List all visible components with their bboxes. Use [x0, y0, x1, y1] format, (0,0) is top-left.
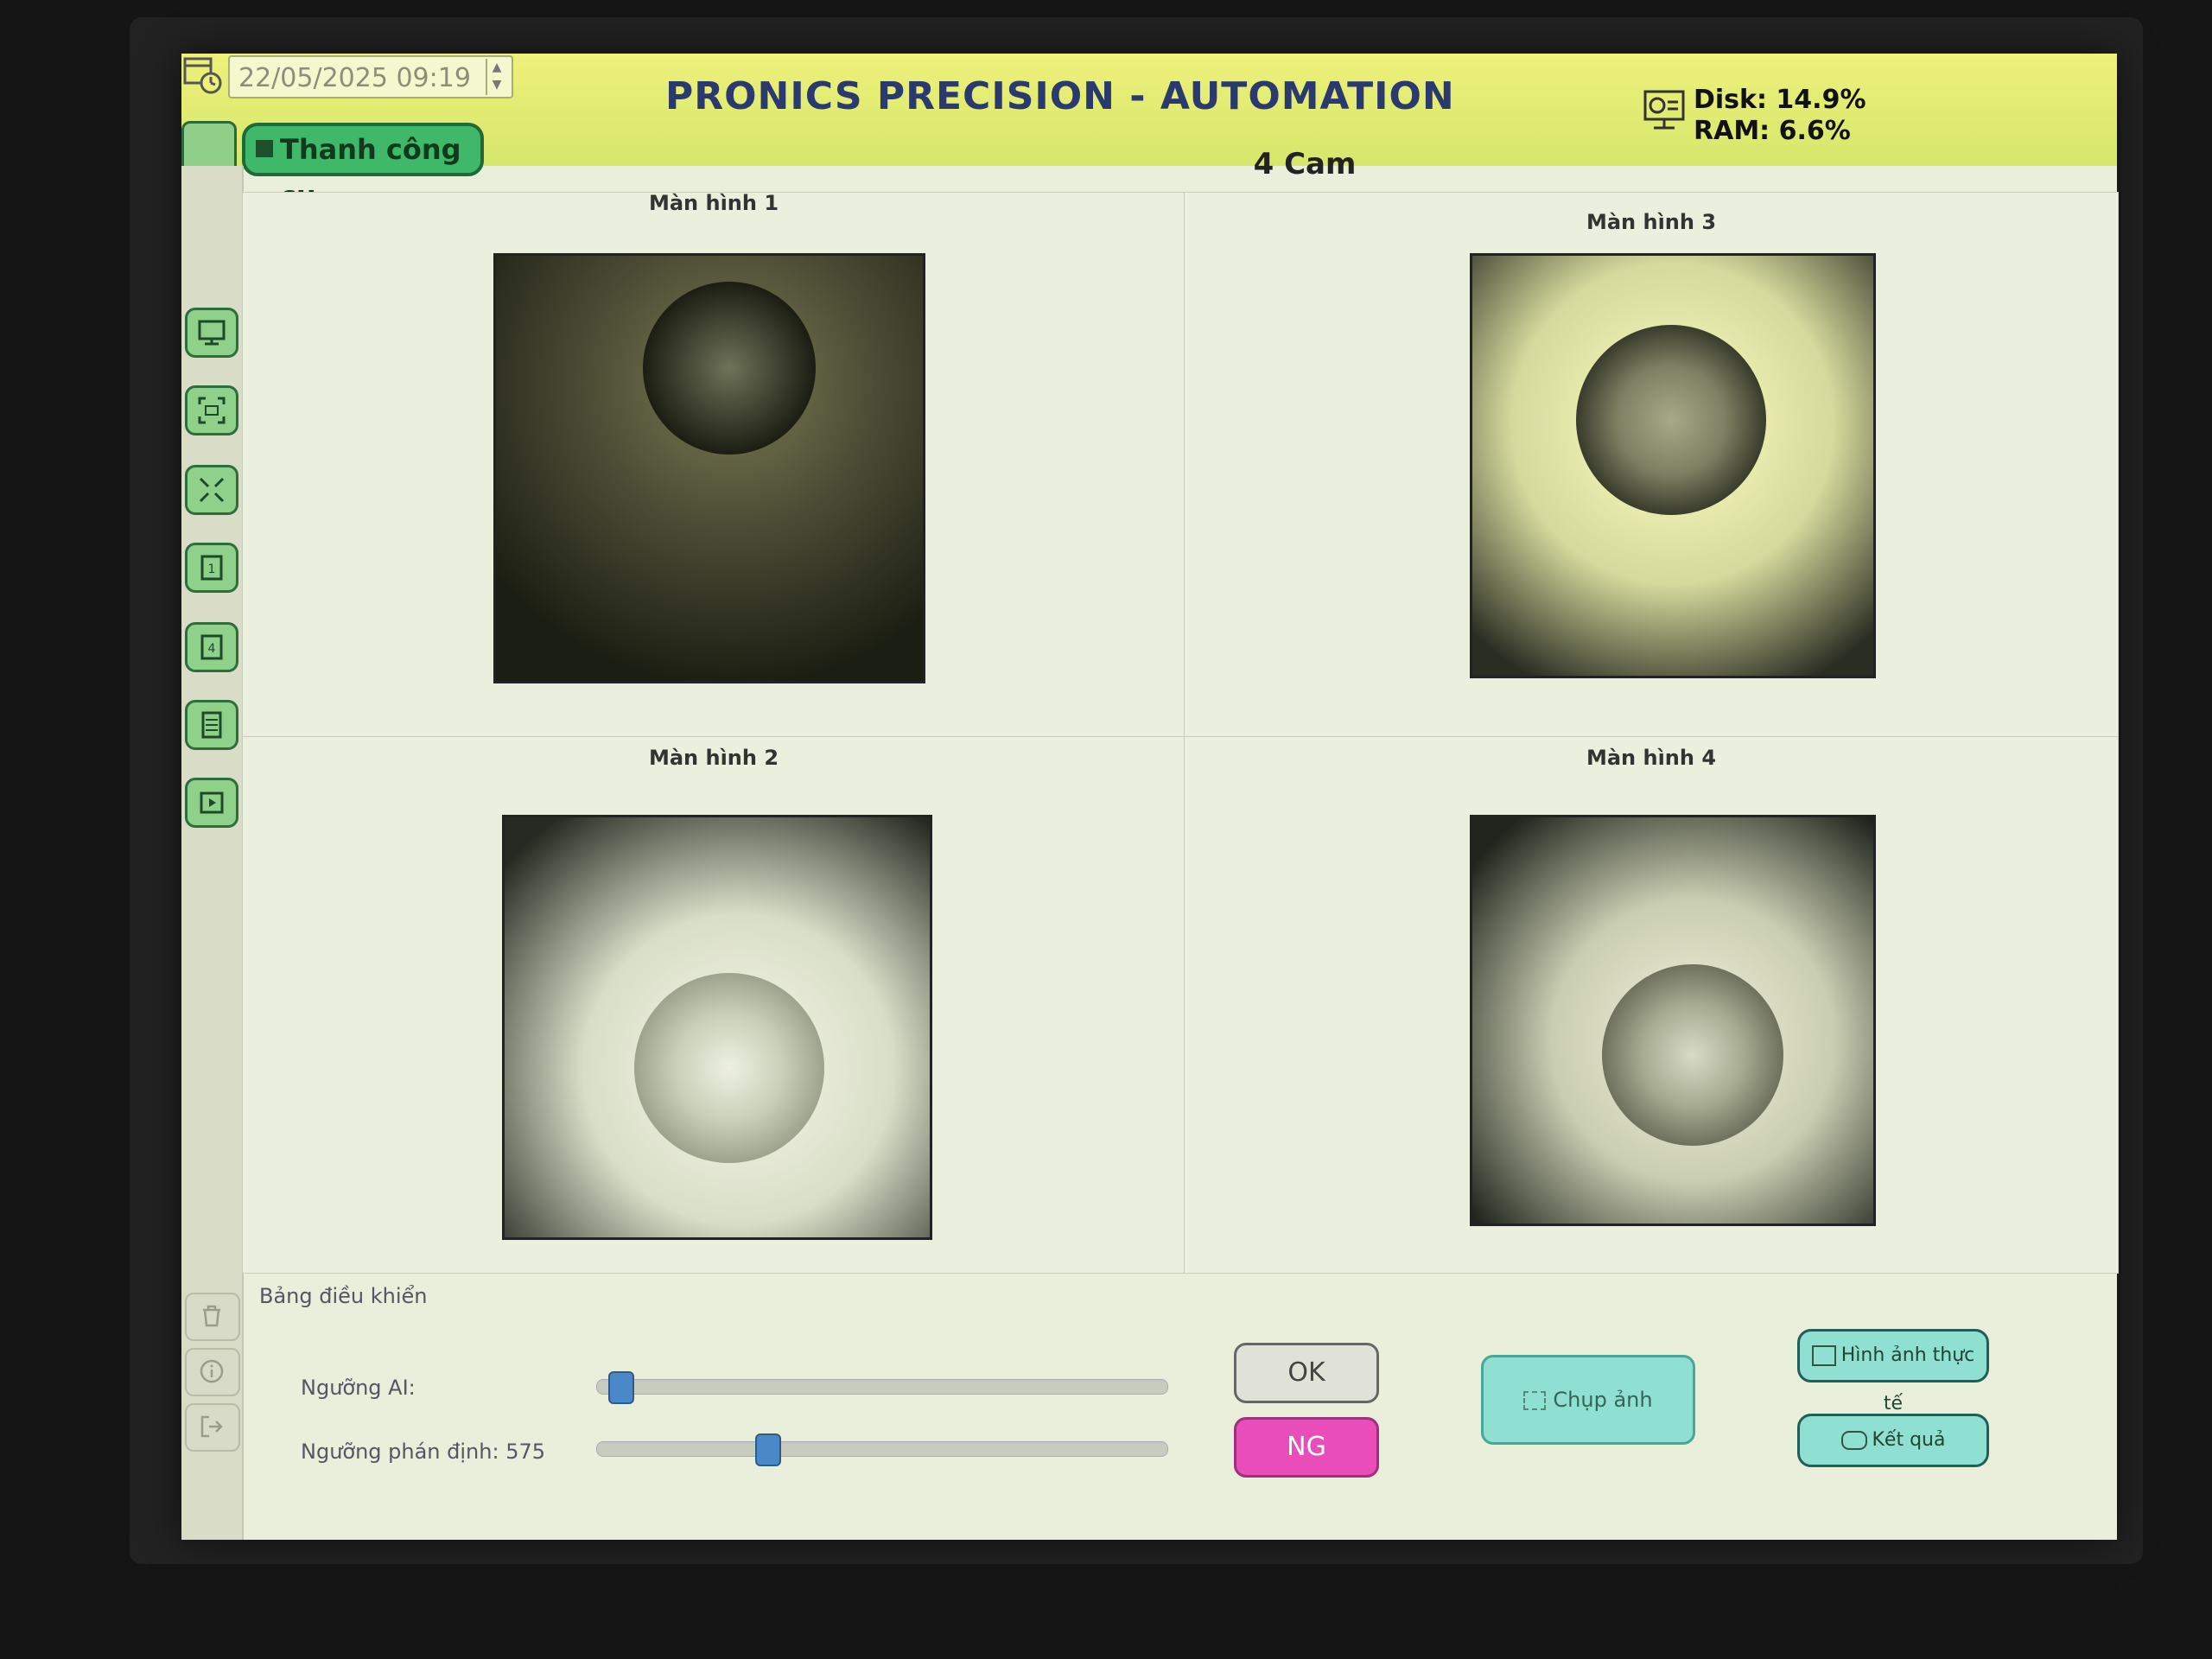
sidebar: 1 4 [181, 166, 244, 1540]
camera-panel-title: Màn hình 4 [1586, 746, 1717, 770]
ai-threshold-label: Ngưỡng AI: [301, 1376, 416, 1400]
camera-panel-4: Màn hình 4 [1184, 736, 2119, 1274]
judge-threshold-slider-thumb[interactable] [754, 1433, 781, 1466]
camera-panel-1: Màn hình 1 [242, 191, 1185, 738]
calendar-clock-icon [183, 57, 222, 94]
camera-panel-3: Màn hình 3 [1184, 192, 2119, 738]
ram-usage: RAM: 6.6% [1694, 116, 1851, 146]
camera-feed-2[interactable] [502, 815, 932, 1240]
app-title: PRONICS PRECISION - AUTOMATION [665, 74, 1455, 118]
list-icon[interactable] [185, 700, 238, 750]
camera-feed-4[interactable] [1470, 815, 1876, 1226]
exit-icon[interactable] [185, 1403, 240, 1452]
judge-threshold-label: Ngưỡng phán định: 575 [301, 1440, 545, 1464]
capture-button-label: Chụp ảnh [1553, 1388, 1653, 1412]
layout-1-icon[interactable]: 1 [185, 543, 238, 593]
svg-text:4: 4 [208, 642, 216, 656]
binoculars-icon [1840, 1431, 1867, 1450]
camera-feed-3[interactable] [1470, 253, 1876, 678]
ng-button[interactable]: NG [1234, 1417, 1379, 1478]
camera-panel-title: Màn hình 3 [1586, 210, 1717, 234]
camera-mode-label: 4 Cam [1253, 147, 1357, 181]
result-button[interactable]: Kết quả [1797, 1414, 1989, 1467]
datetime-spinner[interactable]: ▲ ▼ [486, 59, 506, 95]
monitor-icon[interactable] [185, 308, 238, 358]
camera-panel-2: Màn hình 2 [242, 736, 1185, 1274]
info-icon[interactable] [185, 1348, 240, 1396]
scan-icon[interactable] [185, 385, 238, 435]
system-monitor-icon [1643, 90, 1685, 130]
capture-icon [1523, 1391, 1547, 1410]
ai-threshold-slider-thumb[interactable] [607, 1371, 634, 1404]
svg-text:1: 1 [208, 563, 216, 576]
image-icon [1811, 1345, 1836, 1366]
camera-panel-title: Màn hình 1 [648, 191, 779, 215]
ai-threshold-slider[interactable] [596, 1371, 1168, 1404]
collapse-icon[interactable] [185, 465, 238, 515]
control-panel-title: Bảng điều khiển [259, 1284, 428, 1308]
media-icon[interactable] [185, 778, 238, 828]
result-button-label: Kết quả [1872, 1429, 1946, 1451]
datetime-field[interactable]: 22/05/2025 09:19 [228, 55, 513, 99]
trash-icon[interactable] [185, 1293, 240, 1341]
real-image-button[interactable]: Hình ảnh thực tế [1797, 1329, 1989, 1414]
hmi-screen: 22/05/2025 09:19 ▲ ▼ PRONICS PRECISION - … [181, 54, 2119, 1540]
ok-button[interactable]: OK [1234, 1343, 1379, 1403]
real-image-button-label: Hình ảnh thực tế [1840, 1344, 1975, 1414]
camera-feed-1[interactable] [493, 253, 925, 683]
capture-button[interactable]: Chụp ảnh [1481, 1355, 1695, 1445]
camera-panel-title: Màn hình 2 [648, 746, 779, 770]
disk-usage: Disk: 14.9% [1694, 85, 1866, 115]
judge-threshold-slider[interactable] [596, 1433, 1168, 1466]
toolbar-button[interactable]: Thanh công cụ [242, 123, 484, 213]
layout-4-icon[interactable]: 4 [185, 622, 238, 672]
